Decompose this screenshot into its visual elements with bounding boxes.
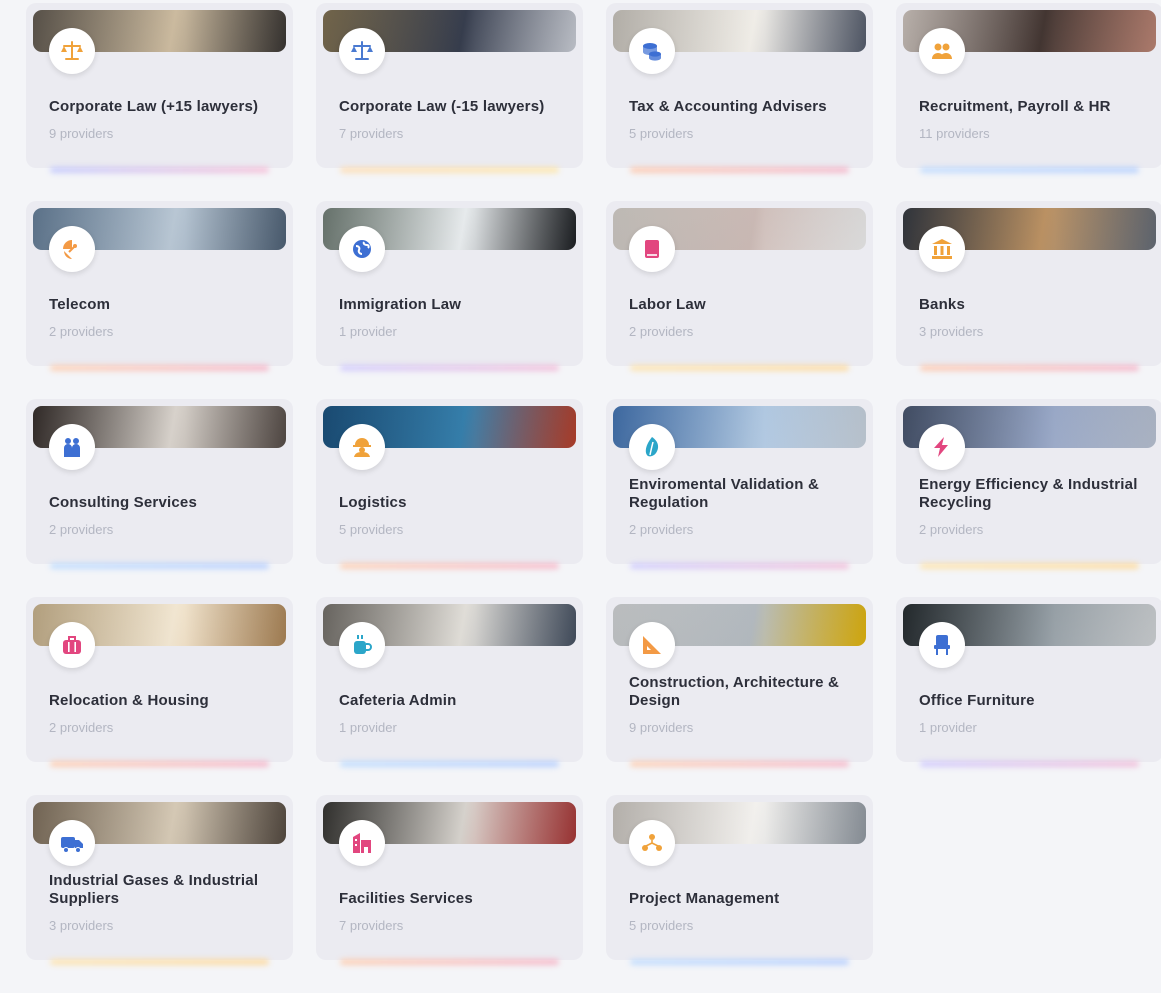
category-title: Relocation & Housing	[49, 692, 209, 709]
book-icon	[629, 226, 675, 272]
category-title: Immigration Law	[339, 296, 462, 313]
nodes-icon	[629, 820, 675, 866]
category-card[interactable]: Project Management 5 providers	[606, 795, 873, 960]
category-card[interactable]: Office Furniture 1 provider	[896, 597, 1161, 762]
category-title: Tax & Accounting Advisers	[629, 98, 827, 115]
category-title: Cafeteria Admin	[339, 692, 457, 709]
category-card[interactable]: Recruitment, Payroll & HR 11 providers	[896, 3, 1161, 168]
globe-icon	[339, 226, 385, 272]
category-card[interactable]: Labor Law 2 providers	[606, 201, 873, 366]
category-card[interactable]: Cafeteria Admin 1 provider	[316, 597, 583, 762]
category-card[interactable]: Energy Efficiency & Industrial Recycling…	[896, 399, 1161, 564]
category-title: Industrial Gases & Industrial Suppliers	[49, 872, 259, 907]
category-title: Enviromental Validation & Regulation	[629, 476, 820, 511]
category-card[interactable]: Logistics 5 providers	[316, 399, 583, 564]
category-card[interactable]: Telecom 2 providers	[26, 201, 293, 366]
category-card[interactable]: Enviromental Validation & Regulation 2 p…	[606, 399, 873, 564]
leaf-icon	[629, 424, 675, 470]
category-title: Project Management	[629, 890, 780, 907]
bank-icon	[919, 226, 965, 272]
category-provider-count: 3 providers	[919, 324, 984, 339]
category-title: Construction, Architecture & Design	[629, 674, 840, 709]
scales-icon	[49, 28, 95, 74]
category-provider-count: 9 providers	[629, 720, 694, 735]
category-provider-count: 11 providers	[919, 126, 990, 141]
category-card[interactable]: Relocation & Housing 2 providers	[26, 597, 293, 762]
worker-icon	[339, 424, 385, 470]
category-title: Recruitment, Payroll & HR	[919, 98, 1111, 115]
bolt-icon	[919, 424, 965, 470]
category-title: Office Furniture	[919, 692, 1035, 709]
users-icon	[49, 424, 95, 470]
scales-icon	[339, 28, 385, 74]
chair-icon	[919, 622, 965, 668]
category-provider-count: 7 providers	[339, 918, 404, 933]
category-provider-count: 2 providers	[919, 522, 984, 537]
category-title: Labor Law	[629, 296, 706, 313]
category-provider-count: 5 providers	[629, 918, 694, 933]
category-title: Corporate Law (+15 lawyers)	[49, 98, 259, 115]
category-title: Banks	[919, 296, 966, 313]
category-provider-count: 2 providers	[49, 324, 114, 339]
category-title: Corporate Law (-15 lawyers)	[339, 98, 545, 115]
category-provider-count: 1 provider	[339, 324, 397, 339]
category-card[interactable]: Industrial Gases & Industrial Suppliers …	[26, 795, 293, 960]
coins-icon	[629, 28, 675, 74]
category-card[interactable]: Consulting Services 2 providers	[26, 399, 293, 564]
category-provider-count: 5 providers	[339, 522, 404, 537]
category-provider-count: 2 providers	[49, 522, 114, 537]
category-provider-count: 1 provider	[339, 720, 397, 735]
category-title: Logistics	[339, 494, 407, 511]
cup-icon	[339, 622, 385, 668]
category-card[interactable]: Banks 3 providers	[896, 201, 1161, 366]
category-card[interactable]: Corporate Law (-15 lawyers) 7 providers	[316, 3, 583, 168]
building-icon	[339, 820, 385, 866]
category-provider-count: 9 providers	[49, 126, 114, 141]
category-grid: Corporate Law (+15 lawyers) 9 providers …	[26, 3, 1161, 993]
satellite-icon	[49, 226, 95, 272]
category-title: Consulting Services	[49, 494, 198, 511]
category-provider-count: 3 providers	[49, 918, 114, 933]
category-card[interactable]: Facilities Services 7 providers	[316, 795, 583, 960]
category-provider-count: 7 providers	[339, 126, 404, 141]
category-provider-count: 1 provider	[919, 720, 977, 735]
luggage-icon	[49, 622, 95, 668]
category-card[interactable]: Tax & Accounting Advisers 5 providers	[606, 3, 873, 168]
category-title: Facilities Services	[339, 890, 473, 907]
category-provider-count: 2 providers	[629, 324, 694, 339]
ruler-icon	[629, 622, 675, 668]
category-card[interactable]: Immigration Law 1 provider	[316, 201, 583, 366]
truck-icon	[49, 820, 95, 866]
category-provider-count: 2 providers	[49, 720, 114, 735]
category-card[interactable]: Construction, Architecture & Design 9 pr…	[606, 597, 873, 762]
category-provider-count: 2 providers	[629, 522, 694, 537]
category-title: Energy Efficiency & Industrial Recycling	[919, 476, 1138, 511]
category-provider-count: 5 providers	[629, 126, 694, 141]
category-card[interactable]: Corporate Law (+15 lawyers) 9 providers	[26, 3, 293, 168]
people-icon	[919, 28, 965, 74]
category-title: Telecom	[49, 296, 111, 313]
